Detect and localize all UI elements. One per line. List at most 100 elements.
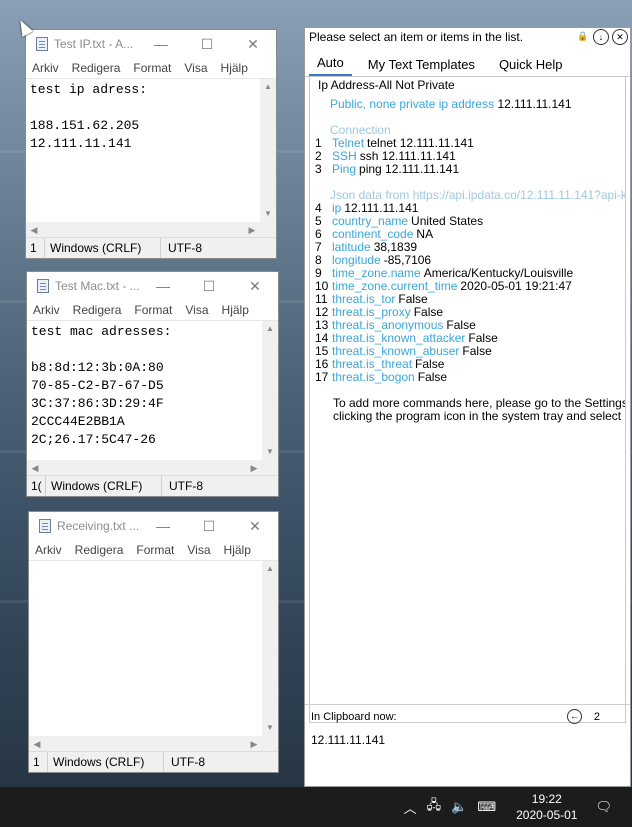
list-item[interactable]: 2 SSH ssh 12.111.11.141 <box>310 150 625 163</box>
list-item[interactable]: 1 Telnet telnet 12.111.11.141 <box>310 137 625 150</box>
clipboard-panel[interactable]: Please select an item or items in the li… <box>304 27 631 787</box>
system-tray: ︿ 🖧 🔈 ⌨ 19:22 2020-05-01 🗨 <box>394 787 612 827</box>
scroll-up-icon[interactable]: ▲ <box>260 79 276 95</box>
scroll-up-icon[interactable]: ▲ <box>262 561 278 577</box>
scroll-corner <box>260 222 276 238</box>
status-bar: 1 Windows (CRLF) UTF-8 <box>26 237 276 258</box>
clock-time: 19:22 <box>531 792 562 806</box>
scroll-down-icon[interactable]: ▼ <box>262 444 278 460</box>
menu-redigera[interactable]: Redigera <box>73 303 122 317</box>
menu-arkiv[interactable]: Arkiv <box>35 543 62 557</box>
minimize-icon[interactable]: — <box>140 278 186 294</box>
list-item[interactable]: 3 Ping ping 12.111.11.141 <box>310 163 625 176</box>
notepad-window-mac[interactable]: Test Mac.txt - ... — ☐ ✕ Arkiv Redigera … <box>26 271 279 497</box>
close-icon[interactable]: ✕ <box>230 36 276 53</box>
keyboard-icon[interactable]: ⌨ <box>477 799 496 815</box>
vertical-scrollbar[interactable]: ▲ ▼ <box>262 321 278 460</box>
item-value: -85,7106 <box>383 253 432 267</box>
menu-arkiv[interactable]: Arkiv <box>33 303 60 317</box>
scroll-right-icon[interactable]: ▶ <box>246 736 262 752</box>
text-editor[interactable]: test mac adresses: b8:8d:12:3b:0A:80 70-… <box>27 320 278 476</box>
horizontal-scrollbar[interactable]: ◀ ▶ <box>29 736 262 752</box>
clipboard-value[interactable]: 12.111.11.141 <box>311 733 624 747</box>
scroll-right-icon[interactable]: ▶ <box>244 222 260 238</box>
maximize-icon[interactable]: ☐ <box>186 518 232 535</box>
item-key: threat.is_proxy <box>332 305 411 319</box>
lock-icon[interactable]: 🔒 <box>576 29 590 43</box>
scroll-left-icon[interactable]: ◀ <box>29 736 45 752</box>
status-encoding: UTF-8 <box>168 241 202 255</box>
scroll-left-icon[interactable]: ◀ <box>26 222 42 238</box>
item-value: 38,1839 <box>373 240 418 254</box>
menu-format[interactable]: Format <box>134 303 172 317</box>
speaker-icon[interactable]: 🔈 <box>451 799 467 815</box>
menu-visa[interactable]: Visa <box>185 303 208 317</box>
vertical-scrollbar[interactable]: ▲ ▼ <box>260 79 276 222</box>
status-eol: Windows (CRLF) <box>48 752 164 772</box>
minimize-icon[interactable]: — <box>138 36 184 52</box>
panel-header: Please select an item or items in the li… <box>305 28 630 52</box>
back-icon[interactable]: ← <box>566 709 582 724</box>
item-key: threat.is_known_abuser <box>332 344 460 358</box>
chevron-up-icon[interactable]: ︿ <box>404 798 417 817</box>
item-value: America/Kentucky/Louisville <box>423 266 574 280</box>
close-icon[interactable]: ✕ <box>612 29 628 45</box>
scroll-up-icon[interactable]: ▲ <box>262 321 278 337</box>
text-editor[interactable]: test ip adress: 188.151.62.205 12.111.11… <box>26 78 276 238</box>
menu-redigera[interactable]: Redigera <box>72 61 121 75</box>
title-bar[interactable]: Test Mac.txt - ... — ☐ ✕ <box>27 272 278 300</box>
title-bar[interactable]: Receiving.txt ... — ☐ ✕ <box>29 512 278 540</box>
menu-bar: Arkiv Redigera Format Visa Hjälp <box>26 58 276 78</box>
clock[interactable]: 19:22 2020-05-01 <box>516 791 577 823</box>
editor-content[interactable]: test mac adresses: b8:8d:12:3b:0A:80 70-… <box>27 321 278 451</box>
menu-redigera[interactable]: Redigera <box>75 543 124 557</box>
command-list[interactable]: Ip Address-All Not Private Public, none … <box>309 76 626 723</box>
item-value: 12.111.11.141 <box>344 201 419 215</box>
network-icon[interactable]: 🖧 <box>427 796 442 818</box>
tab-auto[interactable]: Auto <box>309 55 352 76</box>
title-bar[interactable]: Test IP.txt - A... — ☐ ✕ <box>26 30 276 58</box>
horizontal-scrollbar[interactable]: ◀ ▶ <box>27 460 262 476</box>
item-key: time_zone.current_time <box>332 279 458 293</box>
connection-list: 1 Telnet telnet 12.111.11.141 2 SSH ssh 12.11… <box>310 137 625 176</box>
menu-hjalp[interactable]: Hjälp <box>222 303 249 317</box>
public-ip-label: Public, none private ip address <box>330 97 495 111</box>
scroll-left-icon[interactable]: ◀ <box>27 460 43 476</box>
editor-content[interactable] <box>29 561 278 565</box>
scroll-down-icon[interactable]: ▼ <box>260 206 276 222</box>
tab-quick-help[interactable]: Quick Help <box>491 57 571 76</box>
menu-format[interactable]: Format <box>136 543 174 557</box>
tab-my-text-templates[interactable]: My Text Templates <box>360 57 483 76</box>
scroll-right-icon[interactable]: ▶ <box>246 460 262 476</box>
item-value: False <box>417 370 448 384</box>
vertical-scrollbar[interactable]: ▲ ▼ <box>262 561 278 736</box>
horizontal-scrollbar[interactable]: ◀ ▶ <box>26 222 260 238</box>
list-item[interactable]: 17 threat.is_bogon False <box>310 371 625 384</box>
scroll-down-icon[interactable]: ▼ <box>262 720 278 736</box>
menu-hjalp[interactable]: Hjälp <box>221 61 248 75</box>
item-value: NA <box>416 227 434 241</box>
maximize-icon[interactable]: ☐ <box>184 36 230 53</box>
item-key: Ping <box>332 162 357 176</box>
item-value: False <box>413 305 444 319</box>
close-icon[interactable]: ✕ <box>232 278 278 295</box>
menu-arkiv[interactable]: Arkiv <box>32 61 59 75</box>
editor-content[interactable]: test ip adress: 188.151.62.205 12.111.11… <box>26 79 276 155</box>
notepad-window-receiving[interactable]: Receiving.txt ... — ☐ ✕ Arkiv Redigera F… <box>28 511 279 773</box>
menu-bar: Arkiv Redigera Format Visa Hjälp <box>27 300 278 320</box>
maximize-icon[interactable]: ☐ <box>186 278 232 295</box>
menu-visa[interactable]: Visa <box>184 61 207 75</box>
close-icon[interactable]: ✕ <box>232 518 278 535</box>
notification-icon[interactable]: 🗨 <box>595 799 612 815</box>
menu-visa[interactable]: Visa <box>187 543 210 557</box>
status-bar: 1( Windows (CRLF) UTF-8 <box>27 475 278 496</box>
down-icon[interactable]: ↓ <box>593 29 609 45</box>
text-editor[interactable]: ▲ ▼ ◀ ▶ <box>29 560 278 752</box>
item-value: False <box>462 344 492 358</box>
minimize-icon[interactable]: — <box>140 518 186 534</box>
item-key: threat.is_known_attacker <box>332 331 466 345</box>
public-ip-row[interactable]: Public, none private ip address 12.111.1… <box>310 98 625 111</box>
notepad-window-ip[interactable]: Test IP.txt - A... — ☐ ✕ Arkiv Redigera … <box>25 29 277 259</box>
menu-format[interactable]: Format <box>133 61 171 75</box>
menu-hjalp[interactable]: Hjälp <box>224 543 251 557</box>
